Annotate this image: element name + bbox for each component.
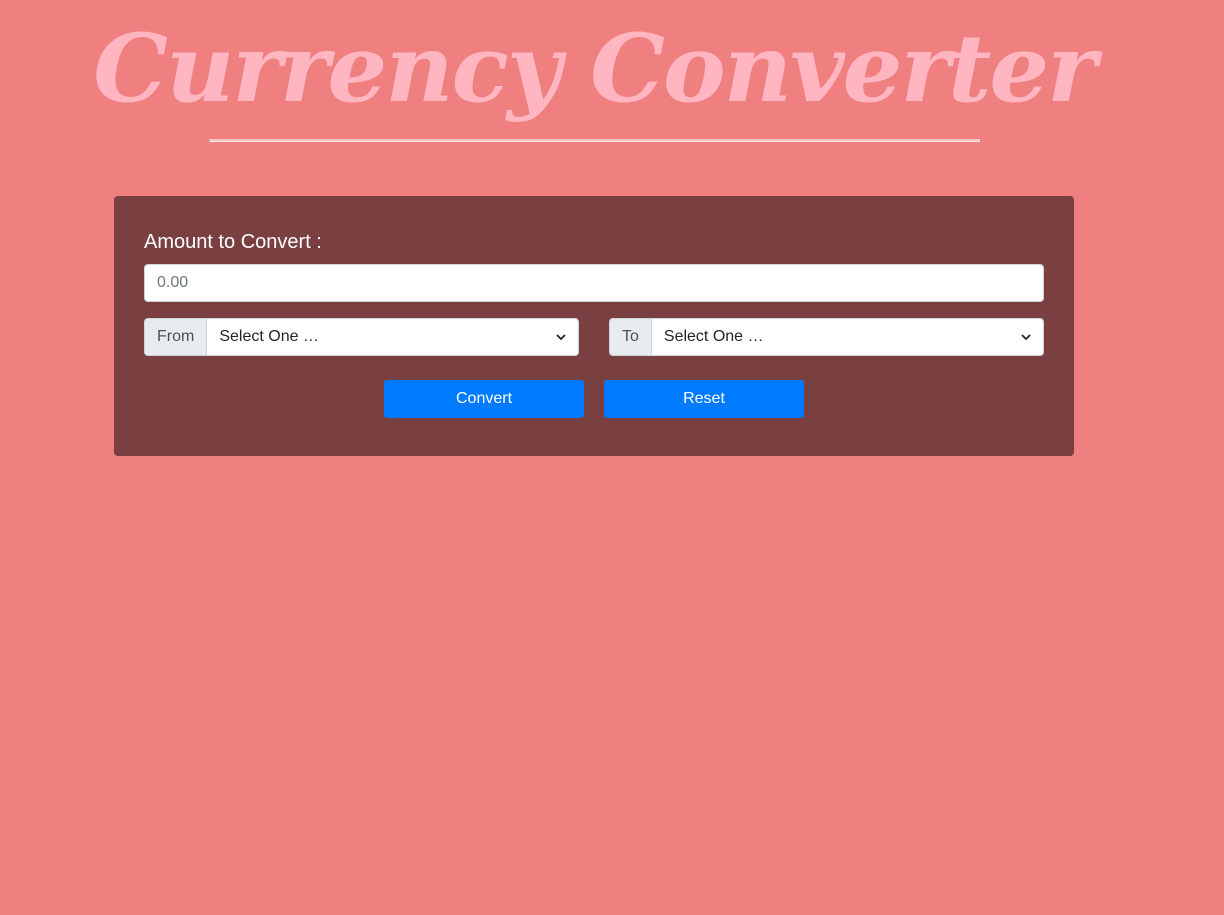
convert-button[interactable]: Convert — [384, 380, 584, 418]
chevron-down-icon — [1021, 332, 1031, 342]
from-label: From — [144, 318, 207, 356]
chevron-down-icon — [556, 332, 566, 342]
page-title: Currency Converter — [93, 14, 1097, 124]
converter-card: Amount to Convert : From Select One … To… — [114, 196, 1074, 456]
amount-label: Amount to Convert : — [144, 231, 322, 253]
amount-input[interactable] — [144, 264, 1044, 302]
to-label: To — [609, 318, 651, 356]
title-divider — [209, 139, 980, 142]
from-currency-group: From Select One … — [144, 318, 579, 356]
from-currency-value: Select One … — [219, 328, 319, 345]
reset-button[interactable]: Reset — [604, 380, 804, 418]
to-currency-group: To Select One … — [609, 318, 1044, 356]
to-currency-select[interactable]: Select One … — [650, 318, 1044, 356]
from-currency-select[interactable]: Select One … — [206, 318, 579, 356]
to-currency-value: Select One … — [663, 328, 764, 345]
